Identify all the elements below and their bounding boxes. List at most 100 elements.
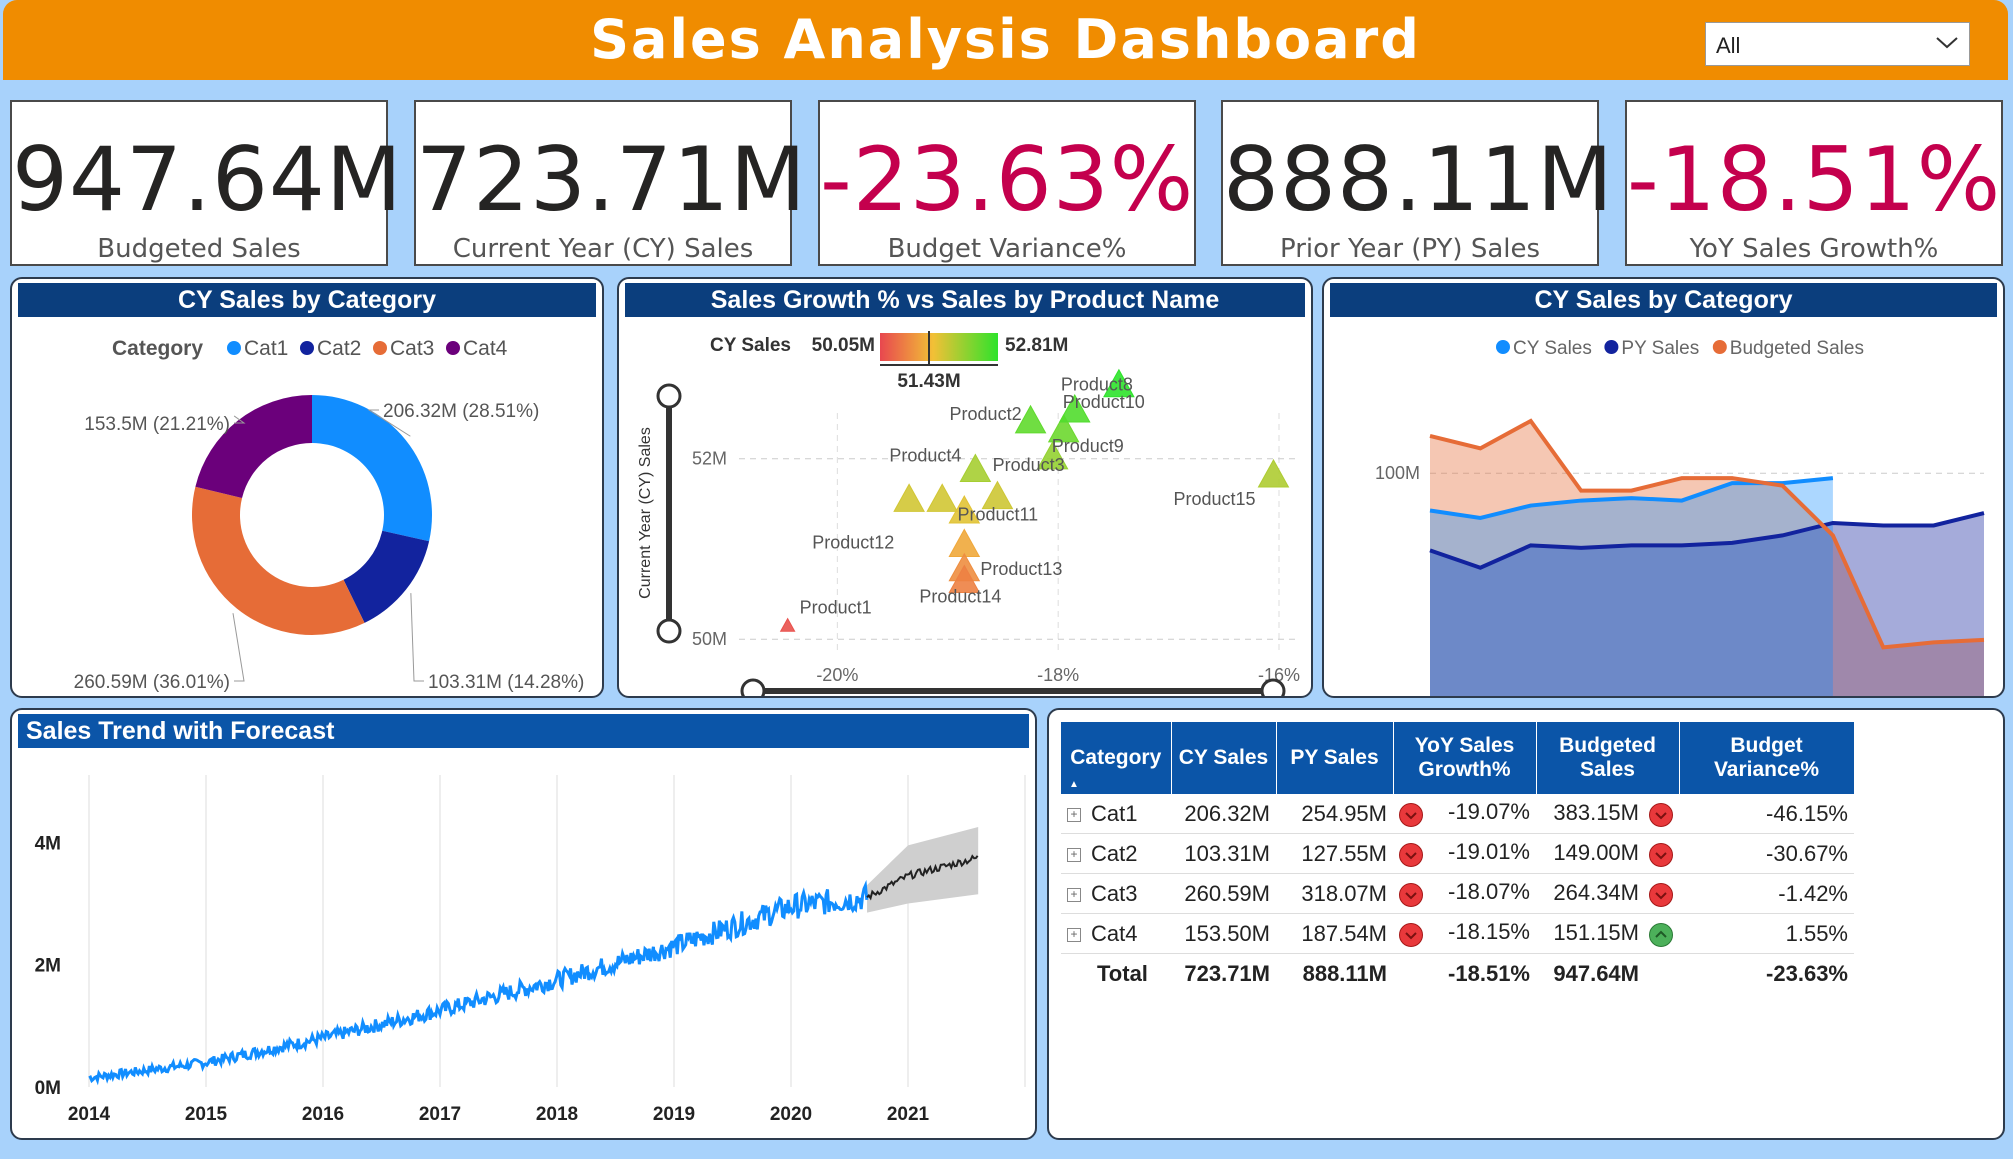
py-sales-cell: 318.07M: [1276, 873, 1393, 914]
filter-dropdown[interactable]: All: [1705, 22, 1970, 66]
category-cell[interactable]: + Cat1: [1061, 794, 1171, 834]
table-row[interactable]: + Cat2 103.31M 127.55M -19.01% 149.00M -30.67%: [1061, 833, 1854, 874]
legend-item: Cat2: [317, 337, 361, 360]
total-py-sales: 888.11M: [1302, 960, 1387, 986]
expand-icon[interactable]: +: [1067, 887, 1081, 902]
yoy-growth-cell: -19.01%: [1393, 833, 1536, 874]
chevron-down-icon: [1936, 37, 1958, 49]
kpi-card-yoy-growth[interactable]: -18.51% YoY Sales Growth%: [1625, 100, 2003, 266]
legend-item: CY Sales: [1513, 338, 1592, 359]
column-header-category[interactable]: Category ▲: [1061, 722, 1172, 794]
column-header-budget-variance[interactable]: Budget Variance%: [1679, 722, 1855, 794]
x-slider-handle-left: [740, 678, 766, 696]
leader-line: [232, 613, 245, 682]
budgeted-sales-cell: 149.00M: [1536, 833, 1679, 874]
point-label: Product4: [889, 446, 961, 466]
cy-sales-cell: 153.50M: [1171, 913, 1276, 954]
category-cell[interactable]: + Cat2: [1061, 833, 1171, 874]
arrow-down-icon: [1399, 882, 1423, 907]
scatter-chart: CY Sales 50.05M 52.81M51.43M-20% -18% -16%50…: [637, 331, 1300, 696]
color-scale-bar: [880, 333, 998, 361]
table-row[interactable]: + Cat1 206.32M 254.95M -19.07% 383.15M -46.15%: [1061, 794, 1854, 834]
area-chart-panel[interactable]: CY Sales by Category CY Sales PY Sales Bud…: [1322, 277, 2005, 698]
scatter-chart-panel[interactable]: Sales Growth % vs Sales by Product Name …: [617, 277, 1313, 698]
point-label: Product9: [1052, 436, 1124, 456]
scatter-point-product15: [1257, 458, 1290, 488]
column-header-py-sales[interactable]: PY Sales: [1276, 722, 1394, 794]
matrix-table: Category ▲ CY Sales PY Sales YoY Sales Gr…: [1061, 722, 1855, 993]
arrow-down-icon: [1649, 842, 1673, 867]
legend-item: Cat3: [390, 337, 434, 360]
x-tick-label: 2017: [419, 1104, 461, 1125]
expand-icon[interactable]: +: [1067, 807, 1081, 822]
budget-variance-cell: 1.55%: [1679, 913, 1854, 954]
arrow-down-icon: [1649, 882, 1673, 907]
chart-title: CY Sales by Category: [1330, 283, 1997, 317]
table-row[interactable]: + Cat4 153.50M 187.54M -18.15% 151.15M 1.55%: [1061, 913, 1854, 954]
kpi-value: 947.64M: [12, 128, 403, 231]
kpi-label: Budget Variance%: [887, 234, 1127, 264]
kpi-card-budgeted-sales[interactable]: 947.64M Budgeted Sales: [10, 100, 403, 266]
scatter-point-product6: [926, 483, 959, 512]
x-tick-label: 2020: [770, 1104, 812, 1125]
budgeted-sales-cell: 383.15M: [1536, 794, 1679, 834]
point-label: Product13: [980, 559, 1062, 579]
column-header-budgeted-sales[interactable]: Budgeted Sales: [1536, 722, 1680, 794]
arrow-up-icon: [1649, 922, 1673, 947]
x-tick-label: 2018: [536, 1104, 578, 1125]
x-tick-label: 2016: [302, 1104, 344, 1125]
column-header-yoy-growth[interactable]: YoY Sales Growth%: [1393, 722, 1537, 794]
category-label: Cat4: [1091, 920, 1138, 946]
legend-marker: [227, 341, 241, 355]
chart-title: CY Sales by Category: [18, 283, 596, 317]
arrow-down-icon: [1649, 802, 1673, 827]
kpi-label: Current Year (CY) Sales: [452, 234, 754, 264]
data-label: 260.59M (36.01%): [74, 672, 230, 693]
total-label: Total: [1097, 960, 1148, 986]
y-axis-title: Current Year (CY) Sales: [637, 427, 654, 599]
x-tick-label: 2021: [887, 1104, 930, 1125]
filter-value: All: [1716, 33, 1741, 58]
y-tick-label: 0M: [35, 1078, 61, 1099]
point-label: Product3: [993, 455, 1065, 475]
category-cell[interactable]: + Cat4: [1061, 913, 1171, 954]
kpi-card-cy-sales[interactable]: 723.71M Current Year (CY) Sales: [414, 100, 806, 266]
column-header-cy-sales[interactable]: CY Sales: [1171, 722, 1277, 794]
legend-marker: [446, 341, 460, 355]
legend-item: Budgeted Sales: [1730, 338, 1864, 359]
point-label: Product14: [919, 587, 1001, 607]
legend-item: Cat1: [244, 337, 288, 360]
legend-marker: [373, 341, 387, 355]
arrow-down-icon: [1399, 802, 1423, 827]
point-label: Product11: [957, 505, 1038, 525]
category-cell[interactable]: + Cat3: [1061, 873, 1171, 914]
expand-icon[interactable]: +: [1067, 927, 1081, 942]
kpi-value: -23.63%: [820, 128, 1195, 231]
x-slider-handle-right: [1260, 678, 1286, 696]
trend-chart-panel[interactable]: Sales Trend with Forecast 2014 2015 2016 20…: [10, 708, 1037, 1140]
x-tick-label: 2015: [185, 1104, 228, 1125]
y-tick-label: 2M: [35, 956, 61, 977]
legend-title: Category: [112, 337, 203, 360]
yoy-growth-cell: -19.07%: [1393, 794, 1536, 834]
kpi-label: Budgeted Sales: [97, 234, 301, 264]
matrix-table-panel[interactable]: Category ▲ CY Sales PY Sales YoY Sales Gr…: [1047, 708, 2005, 1140]
total-cy-sales: 723.71M: [1184, 960, 1270, 986]
donut-chart-panel[interactable]: CY Sales by Category Category Cat1 Cat2 Cat…: [10, 277, 604, 698]
y-tick-label: 50M: [692, 629, 727, 649]
expand-icon[interactable]: +: [1067, 847, 1081, 862]
kpi-card-budget-variance[interactable]: -23.63% Budget Variance%: [818, 100, 1196, 266]
data-label: 153.5M (21.21%): [84, 414, 230, 435]
kpi-card-py-sales[interactable]: 888.11M Prior Year (PY) Sales: [1221, 100, 1614, 266]
chart-title: Sales Growth % vs Sales by Product Name: [625, 283, 1305, 317]
kpi-value: 888.11M: [1223, 128, 1614, 231]
x-tick-label: -18%: [1037, 665, 1079, 685]
legend-marker: [1604, 340, 1619, 354]
leader-line: [410, 593, 424, 682]
point-label: Product2: [950, 404, 1022, 424]
legend-marker: [1712, 340, 1727, 354]
total-budget-variance: -23.63%: [1766, 960, 1848, 986]
area-chart: CY SalesPY SalesBudgeted Sales0M100MJanu…: [1375, 338, 1985, 696]
category-label: Cat3: [1091, 880, 1138, 906]
table-row[interactable]: + Cat3 260.59M 318.07M -18.07% 264.34M -1.42%: [1061, 873, 1854, 914]
